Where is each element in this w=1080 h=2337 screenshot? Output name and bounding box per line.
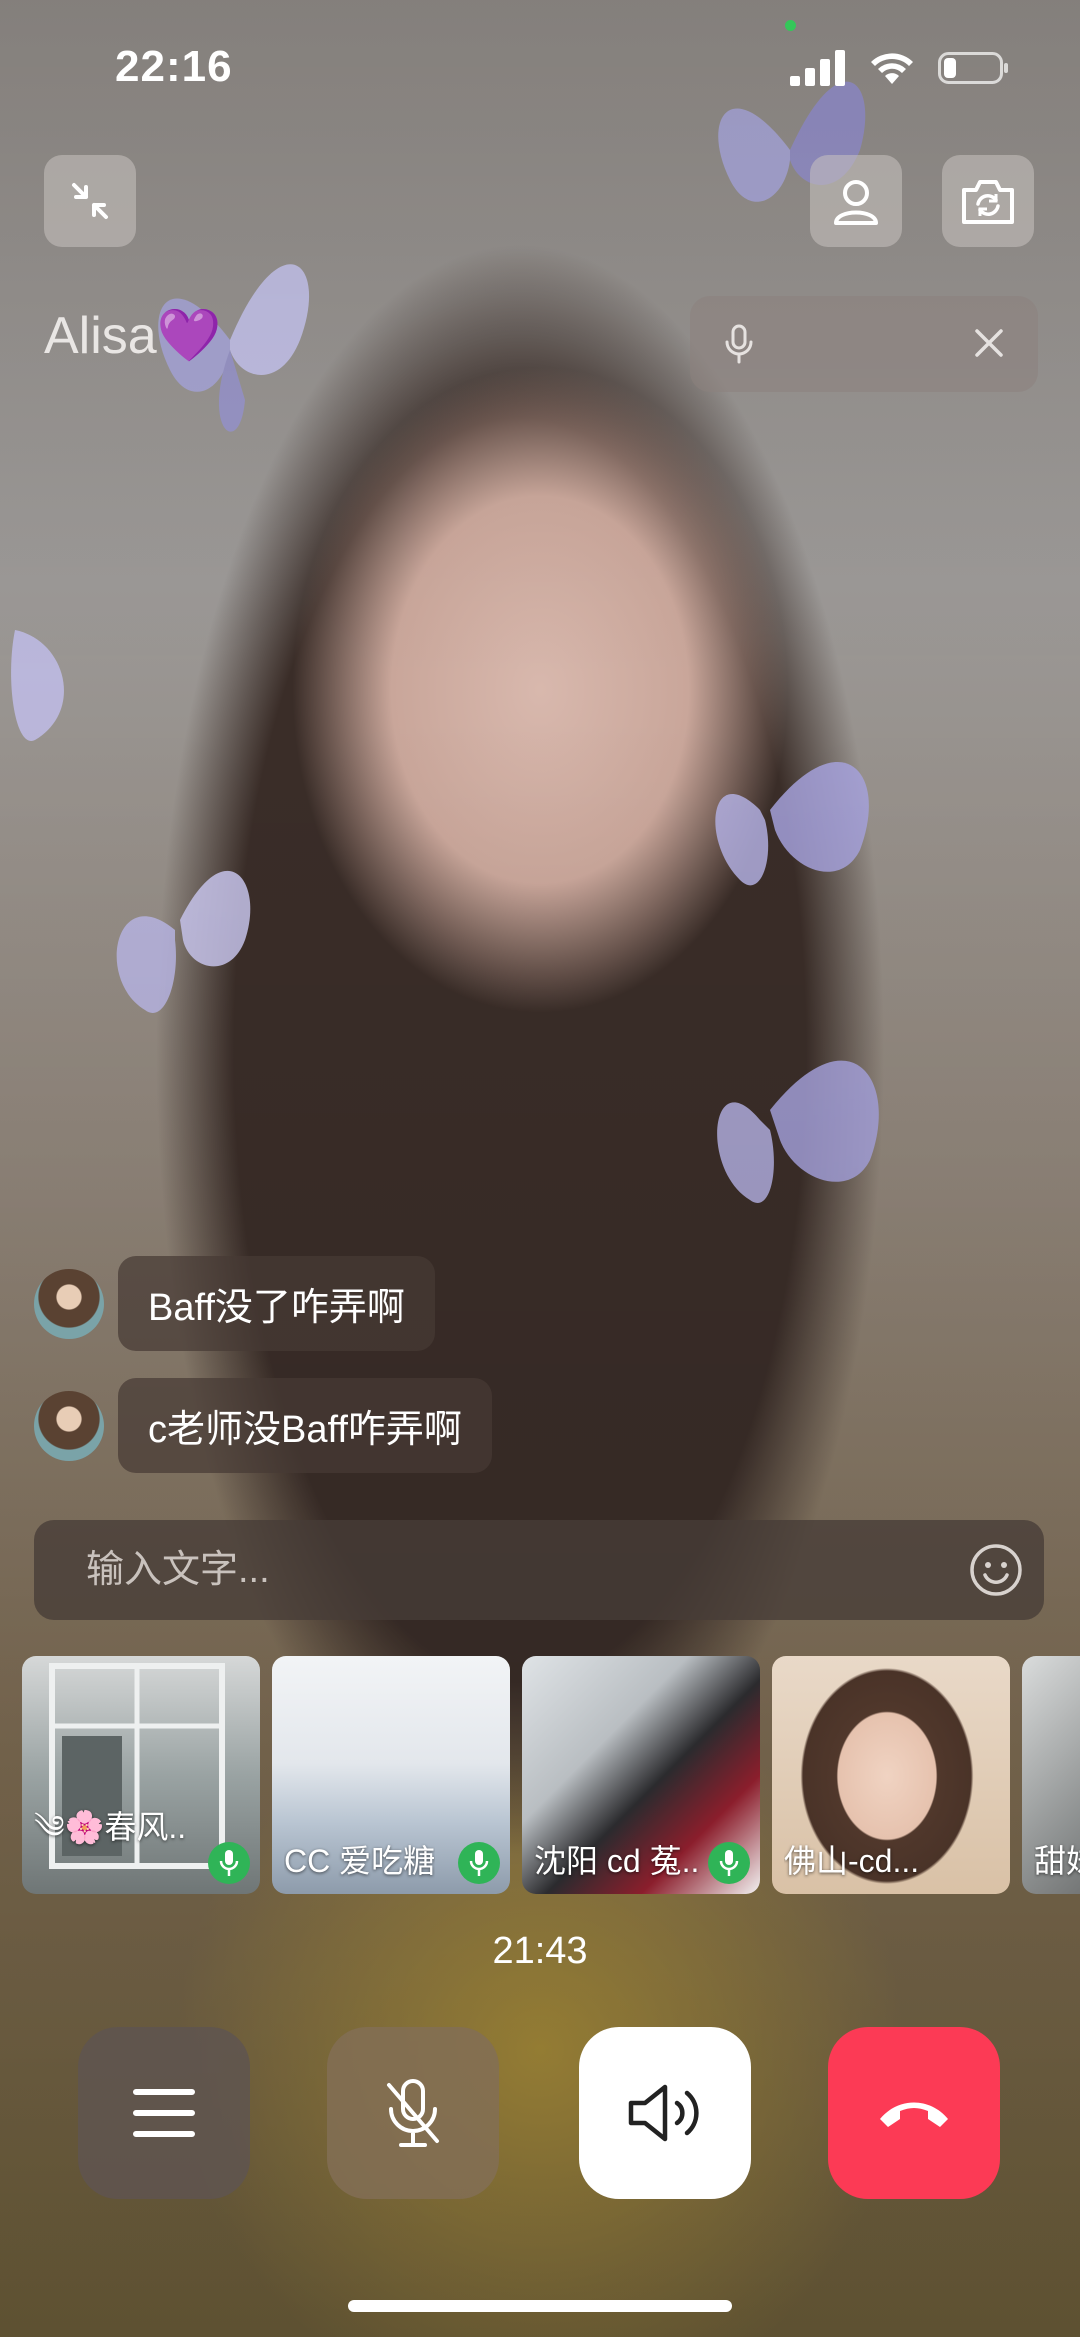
speaking-badge <box>458 1842 500 1884</box>
chat-message: c老师没Baff咋弄啊 <box>34 1378 492 1473</box>
menu-icon <box>133 2089 195 2137</box>
participant-name: 沈阳 cd 菟.. <box>534 1843 700 1879</box>
camera-switch-icon <box>962 180 1014 224</box>
status-time: 22:16 <box>115 42 233 91</box>
switch-camera-button[interactable] <box>942 155 1034 247</box>
mute-button[interactable] <box>327 2027 499 2199</box>
participant-tile[interactable]: CC 爱吃糖 <box>272 1656 510 1894</box>
speaking-badge <box>208 1842 250 1884</box>
camera-indicator-dot <box>785 20 796 31</box>
wifi-icon <box>871 53 913 84</box>
chat-text-input[interactable] <box>84 1547 968 1593</box>
participant-tile[interactable]: 甜妹 <box>1022 1656 1080 1894</box>
butterfly-sticker <box>715 762 869 886</box>
participant-name: 佛山-cd... <box>784 1843 920 1879</box>
home-indicator[interactable] <box>348 2300 732 2312</box>
participant-tile[interactable]: 沈阳 cd 菟.. <box>522 1656 760 1894</box>
status-icons <box>790 50 1010 86</box>
speaker-button[interactable] <box>579 2027 751 2199</box>
profile-button[interactable] <box>810 155 902 247</box>
microphone-icon <box>469 1850 489 1876</box>
menu-button[interactable] <box>78 2027 250 2199</box>
microphone-icon <box>719 1850 739 1876</box>
chat-input-bar <box>34 1520 1044 1620</box>
phone-hangup-icon <box>880 2102 948 2127</box>
minimize-call-button[interactable] <box>44 155 136 247</box>
participant-tile[interactable]: ༄🌸春风.. <box>22 1656 260 1894</box>
voice-input-pill[interactable] <box>690 296 1038 392</box>
participant-tile[interactable]: 佛山-cd... <box>772 1656 1010 1894</box>
participant-name: ༄🌸春风.. <box>34 1809 187 1845</box>
smiley-icon[interactable] <box>968 1542 1024 1598</box>
hang-up-button[interactable] <box>828 2027 1000 2199</box>
microphone-icon <box>219 1850 239 1876</box>
participant-name: CC 爱吃糖 <box>284 1843 436 1879</box>
avatar <box>34 1390 104 1461</box>
mic-off-icon <box>387 2079 439 2147</box>
butterfly-sticker <box>11 630 64 741</box>
call-duration: 21:43 <box>492 1930 588 1972</box>
avatar <box>34 1268 104 1339</box>
participant-name: 甜妹 <box>1034 1843 1080 1879</box>
speaking-badge <box>708 1842 750 1884</box>
signal-icon <box>790 50 845 86</box>
butterfly-sticker <box>717 1060 879 1203</box>
chat-bubble: Baff没了咋弄啊 <box>118 1256 435 1351</box>
caller-name: Alisa💜 <box>44 307 222 365</box>
participants-strip[interactable]: ༄🌸春风.. CC 爱吃糖 沈阳 cd 菟.. 佛山-cd... 甜妹 <box>22 1656 1080 1894</box>
speaker-icon <box>628 2084 699 2142</box>
butterfly-sticker <box>116 870 251 1013</box>
close-icon[interactable] <box>972 326 1006 360</box>
battery-icon <box>938 52 1008 84</box>
person-icon <box>834 180 878 225</box>
chat-bubble: c老师没Baff咋弄啊 <box>118 1378 492 1473</box>
minimize-icon <box>72 183 108 219</box>
microphone-icon <box>725 324 753 364</box>
chat-message: Baff没了咋弄啊 <box>34 1256 435 1351</box>
